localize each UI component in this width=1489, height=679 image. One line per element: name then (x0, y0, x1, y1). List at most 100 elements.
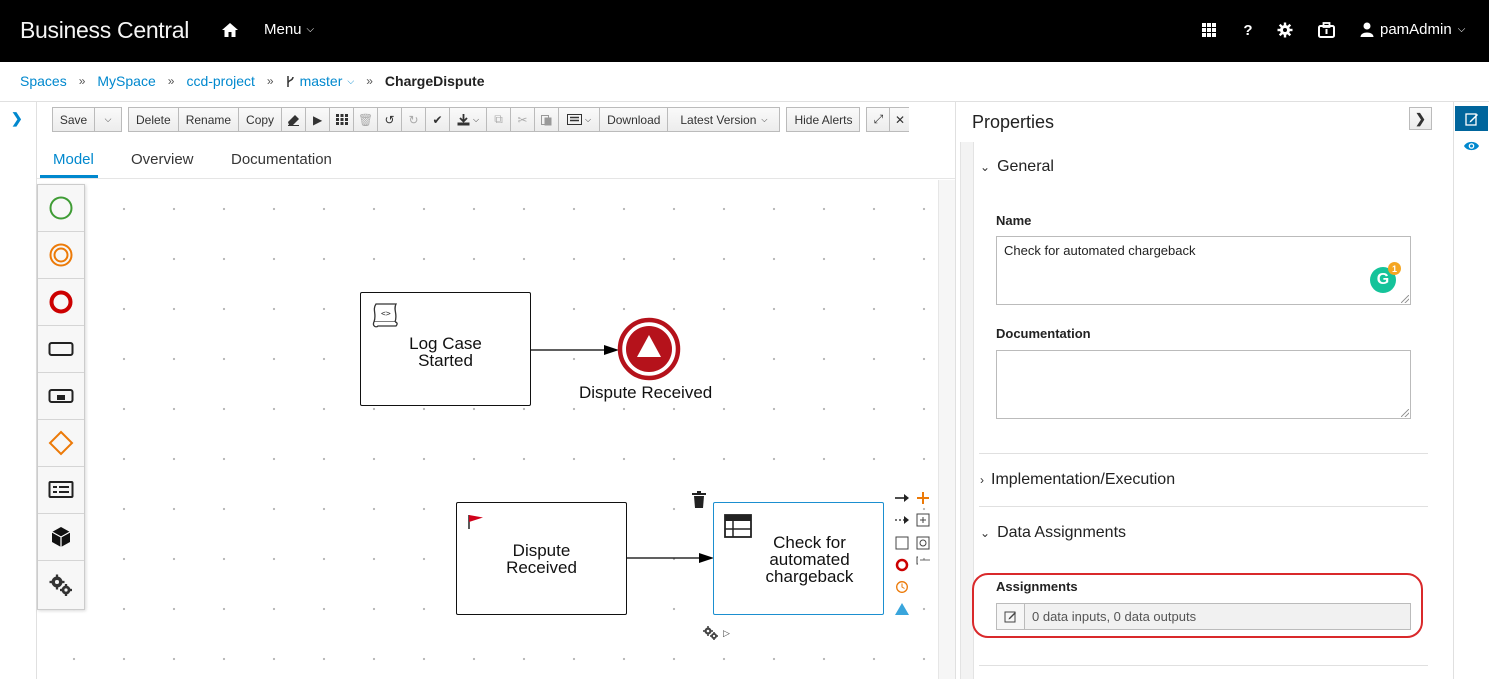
delete-node-icon[interactable] (691, 491, 707, 509)
section-general[interactable]: ⌄ General (980, 158, 1054, 176)
top-navbar: Business Central Menu ⌵ ? pamAdmin ⌵ (0, 0, 1489, 62)
undo-icon[interactable]: ↺ (377, 107, 403, 132)
trash-icon[interactable]: 🗑 (353, 107, 379, 132)
task-label: Dispute (512, 540, 571, 560)
service-tasks-icon[interactable] (38, 561, 84, 608)
add-signal-event-icon[interactable] (894, 602, 910, 616)
export-dropdown[interactable]: ⌵ (449, 107, 488, 132)
download-button[interactable]: Download (599, 107, 669, 132)
gateway-icon[interactable] (38, 420, 84, 467)
menu-label: Menu (264, 21, 302, 38)
tab-documentation[interactable]: Documentation (231, 151, 332, 168)
canvas-scrollbar[interactable] (938, 180, 955, 679)
morph-node-icon[interactable] (916, 536, 930, 550)
maximize-icon[interactable]: ⤢ (866, 107, 891, 132)
tab-overview[interactable]: Overview (131, 151, 194, 168)
script-task-log-case-started[interactable]: <> Log Case Started (360, 292, 531, 406)
view-icon (567, 114, 583, 125)
section-title: Data Assignments (997, 524, 1127, 541)
save-options-dropdown[interactable]: ⌵ (94, 107, 122, 132)
user-name: pamAdmin (1380, 21, 1452, 38)
edit-icon (1464, 112, 1478, 126)
tasks-briefcase-icon[interactable] (1316, 20, 1336, 40)
view-mode-dropdown[interactable]: ⌵ (558, 107, 601, 132)
business-rule-task-check-chargeback[interactable]: Check for automated chargeback (713, 502, 884, 615)
hide-alerts-button[interactable]: Hide Alerts (786, 107, 861, 132)
properties-title: Properties (972, 112, 1055, 132)
section-implementation[interactable]: › Implementation/Execution (980, 471, 1175, 489)
save-button[interactable]: Save (52, 107, 95, 132)
add-timer-event-icon[interactable] (895, 580, 909, 594)
name-field[interactable]: Check for automated chargeback G 1 (996, 236, 1411, 305)
expand-explorer-icon[interactable]: ❯ (11, 110, 23, 127)
divider (979, 506, 1428, 507)
end-event-icon[interactable] (38, 279, 84, 326)
add-node-plus-icon[interactable] (916, 491, 930, 505)
breadcrumb-separator: » (167, 74, 175, 88)
task-type-selector[interactable]: ▷ (703, 626, 730, 640)
cut-icon[interactable]: ✂ (510, 107, 536, 132)
connect-dashed-arrow-icon[interactable] (894, 514, 910, 526)
delete-button[interactable]: Delete (128, 107, 179, 132)
eraser-icon[interactable] (281, 107, 307, 132)
validate-check-icon[interactable]: ✔ (425, 107, 451, 132)
redo-icon[interactable]: ↻ (401, 107, 427, 132)
properties-toggle[interactable] (1455, 106, 1488, 131)
annotation-icon[interactable] (916, 556, 932, 566)
apps-grid-icon[interactable] (1199, 20, 1219, 40)
paste-icon[interactable] (534, 107, 560, 132)
eye-icon[interactable] (1463, 140, 1480, 152)
collapse-panel-button[interactable]: ❯ (1409, 107, 1432, 130)
gear-icon[interactable] (1275, 20, 1295, 40)
user-dropdown[interactable]: pamAdmin ⌵ (1360, 21, 1465, 38)
play-icon[interactable]: ▶ (305, 107, 331, 132)
chevron-down-icon: ⌵ (1457, 24, 1466, 35)
grid-table-icon[interactable] (329, 107, 355, 132)
editor-toolbar: Save ⌵ Delete Rename Copy ▶ 🗑 ↺ ↻ ✔ ⌵ ⧉ … (52, 107, 915, 132)
chevron-down-icon: ⌵ (306, 24, 315, 35)
breadcrumb-spaces[interactable]: Spaces (20, 73, 67, 89)
task-dispute-received[interactable]: Dispute Received (456, 502, 627, 615)
breadcrumb-project[interactable]: ccd-project (186, 73, 254, 89)
documentation-field[interactable] (996, 350, 1411, 419)
connect-arrow-icon[interactable] (894, 492, 910, 504)
rename-button[interactable]: Rename (177, 107, 240, 132)
section-title: Implementation/Execution (991, 471, 1176, 488)
lane-icon[interactable] (38, 467, 84, 514)
app-title[interactable]: Business Central (20, 17, 189, 44)
script-icon: <> (372, 303, 398, 328)
add-task-icon[interactable] (895, 536, 909, 550)
start-event-icon[interactable] (38, 185, 84, 232)
task-label: Received (506, 557, 577, 577)
add-subprocess-icon[interactable] (916, 513, 930, 527)
menu-dropdown[interactable]: Menu ⌵ (264, 21, 314, 38)
latest-version-dropdown[interactable]: Latest Version ⌵ (667, 107, 781, 132)
download-icon (457, 113, 470, 125)
branch-selector[interactable]: master ⌵ (286, 73, 354, 89)
breadcrumb-separator: » (78, 74, 86, 88)
help-icon[interactable]: ? (1238, 20, 1258, 40)
close-icon[interactable]: ✕ (889, 107, 910, 132)
intermediate-event-icon[interactable] (38, 232, 84, 279)
grammarly-badge: 1 (1388, 262, 1401, 275)
sequence-flow[interactable] (531, 342, 621, 358)
resize-handle[interactable] (1401, 295, 1409, 303)
end-event-signal[interactable] (617, 317, 681, 381)
right-tool-strip (1453, 102, 1489, 679)
section-data-assignments[interactable]: ⌄ Data Assignments (980, 524, 1126, 542)
sequence-flow[interactable] (627, 550, 717, 566)
add-end-event-icon[interactable] (895, 558, 909, 572)
custom-task-icon[interactable] (38, 514, 84, 561)
annotation-highlight-oval (972, 573, 1423, 638)
task-icon[interactable] (38, 326, 84, 373)
duplicate-icon[interactable]: ⧉ (486, 107, 512, 132)
resize-handle[interactable] (1401, 409, 1409, 417)
name-label: Name (996, 213, 1032, 228)
breadcrumb-myspace[interactable]: MySpace (97, 73, 155, 89)
tab-model[interactable]: Model (53, 151, 94, 168)
home-icon[interactable] (221, 21, 239, 39)
name-value: Check for automated chargeback (1004, 243, 1196, 258)
divider (979, 453, 1428, 454)
copy-button[interactable]: Copy (238, 107, 283, 132)
subprocess-icon[interactable] (38, 373, 84, 420)
